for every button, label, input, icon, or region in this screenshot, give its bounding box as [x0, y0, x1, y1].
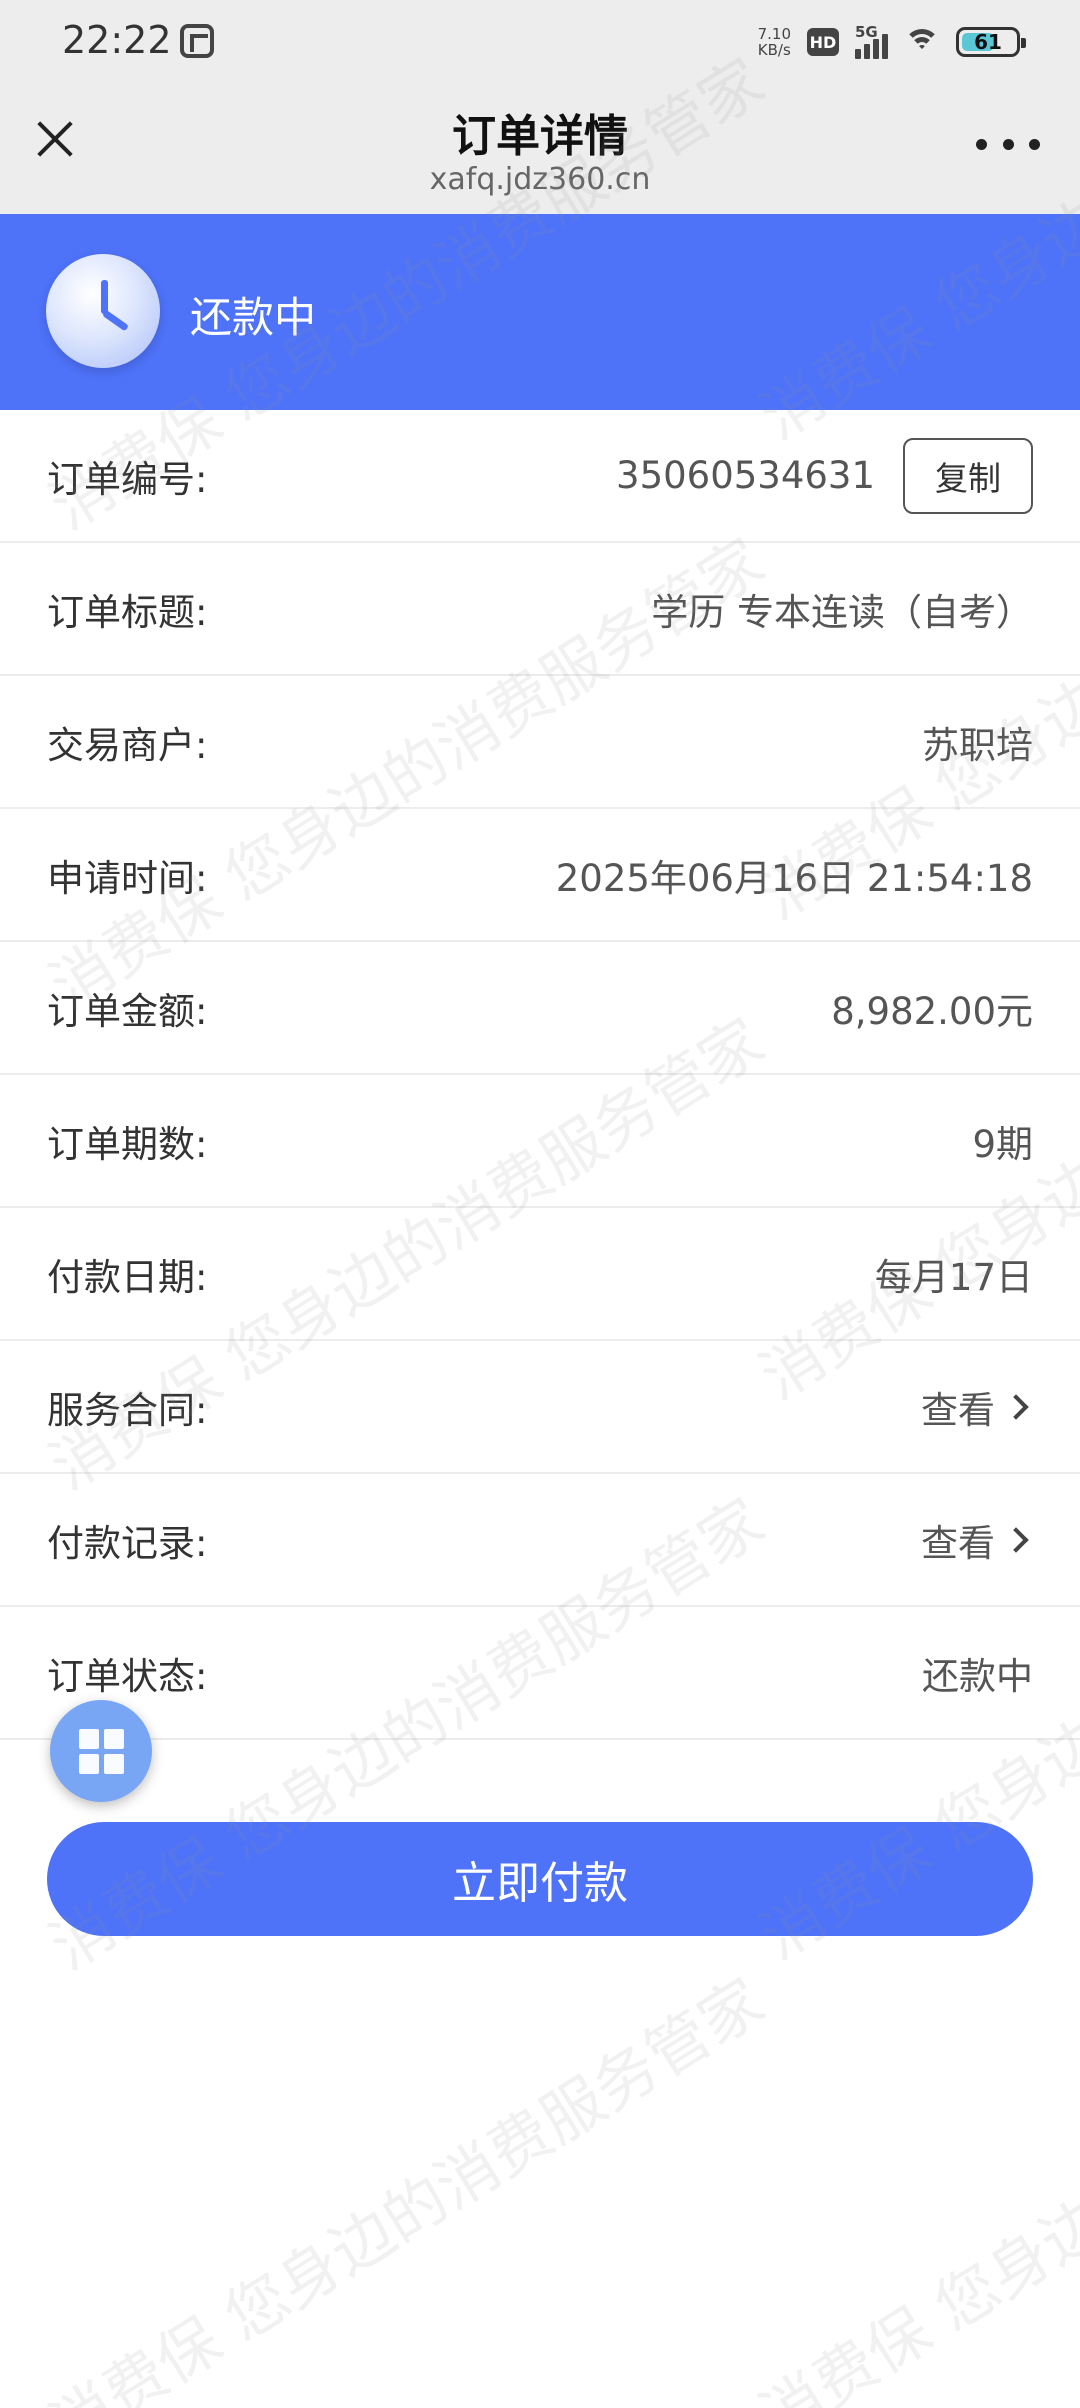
row-order-number: 订单编号: 35060534631 复制 — [0, 410, 1080, 543]
battery-icon: 61 — [956, 27, 1026, 57]
chevron-right-icon — [1003, 1393, 1029, 1420]
network-type-label: 5G — [855, 23, 878, 41]
status-time: 22:22 — [62, 18, 172, 62]
order-title-label: 订单标题: — [47, 590, 208, 634]
row-apply-time: 申请时间: 2025年06月16日 21:54:18 — [0, 809, 1080, 942]
order-periods-value: 9期 — [972, 1122, 1033, 1166]
apply-time-value: 2025年06月16日 21:54:18 — [555, 856, 1033, 900]
status-indicators: 7.10 KB/s HD 5G 61 — [758, 20, 1026, 64]
row-order-periods: 订单期数: 9期 — [0, 1075, 1080, 1208]
battery-level-text: 61 — [974, 30, 1002, 54]
view-contract-link[interactable]: 查看 — [921, 1380, 1033, 1434]
view-contract-text[interactable]: 查看 — [921, 1380, 995, 1434]
banner-status-text: 还款中 — [190, 293, 317, 342]
page-title: 订单详情 — [452, 111, 628, 162]
grid-icon[interactable] — [50, 1700, 152, 1802]
order-number-label: 订单编号: — [47, 457, 208, 501]
pay-now-button[interactable]: 立即付款 — [47, 1822, 1033, 1936]
order-periods-label: 订单期数: — [47, 1122, 208, 1166]
view-records-link[interactable]: 查看 — [921, 1513, 1033, 1567]
hd-icon: HD — [807, 28, 839, 56]
status-bar: 22:22 7.10 KB/s HD 5G 61 — [0, 0, 1080, 86]
row-service-contract[interactable]: 服务合同: 查看 — [0, 1341, 1080, 1474]
merchant-value: 苏职培 — [922, 723, 1033, 767]
copy-button[interactable]: 复制 — [903, 437, 1033, 514]
network-speed-unit: KB/s — [757, 41, 791, 59]
order-amount-label: 订单金额: — [47, 989, 208, 1033]
row-merchant: 交易商户: 苏职培 — [0, 676, 1080, 809]
order-status-label: 订单状态: — [47, 1654, 208, 1698]
merchant-label: 交易商户: — [47, 723, 208, 767]
page-url: xafq.jdz360.cn — [429, 162, 651, 197]
network-speed-value: 7.10 — [757, 25, 791, 43]
order-status-value: 还款中 — [922, 1654, 1033, 1698]
apply-time-label: 申请时间: — [47, 856, 208, 900]
status-banner: 还款中 — [0, 214, 1080, 410]
service-contract-label: 服务合同: — [47, 1388, 208, 1432]
watermark-text: 消费保 您身边的消费服务管家 — [747, 1954, 1080, 2408]
signal-icon: 5G — [855, 23, 888, 59]
pay-date-value: 每月17日 — [874, 1255, 1033, 1299]
wifi-icon — [904, 27, 940, 57]
app-notification-icon — [180, 24, 214, 58]
view-records-text[interactable]: 查看 — [921, 1513, 995, 1567]
order-title-value: 学历 专本连读（自考） — [651, 590, 1033, 634]
watermark-text: 消费保 您身边的消费服务管家 — [37, 1964, 777, 2408]
network-speed: 7.10 KB/s — [758, 26, 791, 58]
row-payment-records[interactable]: 付款记录: 查看 — [0, 1474, 1080, 1607]
row-order-title: 订单标题: 学历 专本连读（自考） — [0, 543, 1080, 676]
chevron-right-icon — [1003, 1526, 1029, 1553]
order-number-value-group: 35060534631 复制 — [616, 437, 1033, 514]
row-order-status: 订单状态: 还款中 — [0, 1607, 1080, 1740]
row-pay-date: 付款日期: 每月17日 — [0, 1208, 1080, 1341]
order-amount-value: 8,982.00元 — [831, 989, 1033, 1033]
order-number-value: 35060534631 — [616, 454, 875, 497]
clock-icon — [46, 254, 160, 368]
payment-records-label: 付款记录: — [47, 1521, 208, 1565]
row-order-amount: 订单金额: 8,982.00元 — [0, 942, 1080, 1075]
nav-bar: 订单详情 xafq.jdz360.cn — [0, 86, 1080, 214]
more-icon[interactable] — [976, 132, 1040, 156]
order-details-list: 订单编号: 35060534631 复制 订单标题: 学历 专本连读（自考） 交… — [0, 410, 1080, 1740]
pay-date-label: 付款日期: — [47, 1255, 208, 1299]
